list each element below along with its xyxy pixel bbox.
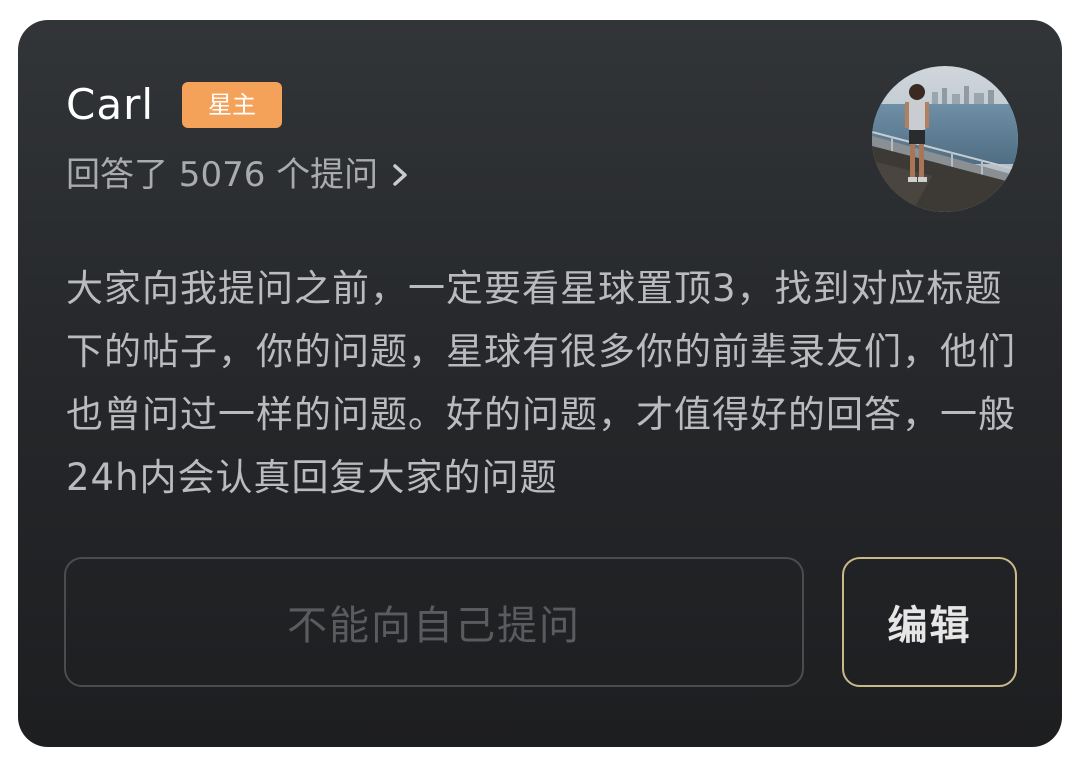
role-badge: 星主 [182, 82, 282, 128]
ask-question-button-disabled: 不能向自己提问 [64, 557, 804, 687]
ask-disabled-label: 不能向自己提问 [287, 603, 581, 649]
intro-text: 大家向我提问之前，一定要看星球置顶3，找到对应标题下的帖子，你的问题，星球有很多… [66, 267, 1016, 499]
chevron-right-icon [393, 164, 407, 186]
edit-button-label: 编辑 [887, 603, 972, 649]
avatar-photo [872, 66, 1018, 212]
answered-count-link[interactable]: 回答了 5076 个提问 [66, 153, 416, 197]
profile-header: Carl 星主 [66, 80, 282, 130]
edit-button[interactable]: 编辑 [842, 557, 1017, 687]
user-name: Carl [66, 80, 154, 129]
answered-count-text: 回答了 5076 个提问 [66, 155, 379, 195]
avatar[interactable] [872, 66, 1018, 212]
profile-card: Carl 星主 回答了 5076 个提问 大家向我提问之前，一定要看星球置顶3，… [18, 20, 1062, 747]
